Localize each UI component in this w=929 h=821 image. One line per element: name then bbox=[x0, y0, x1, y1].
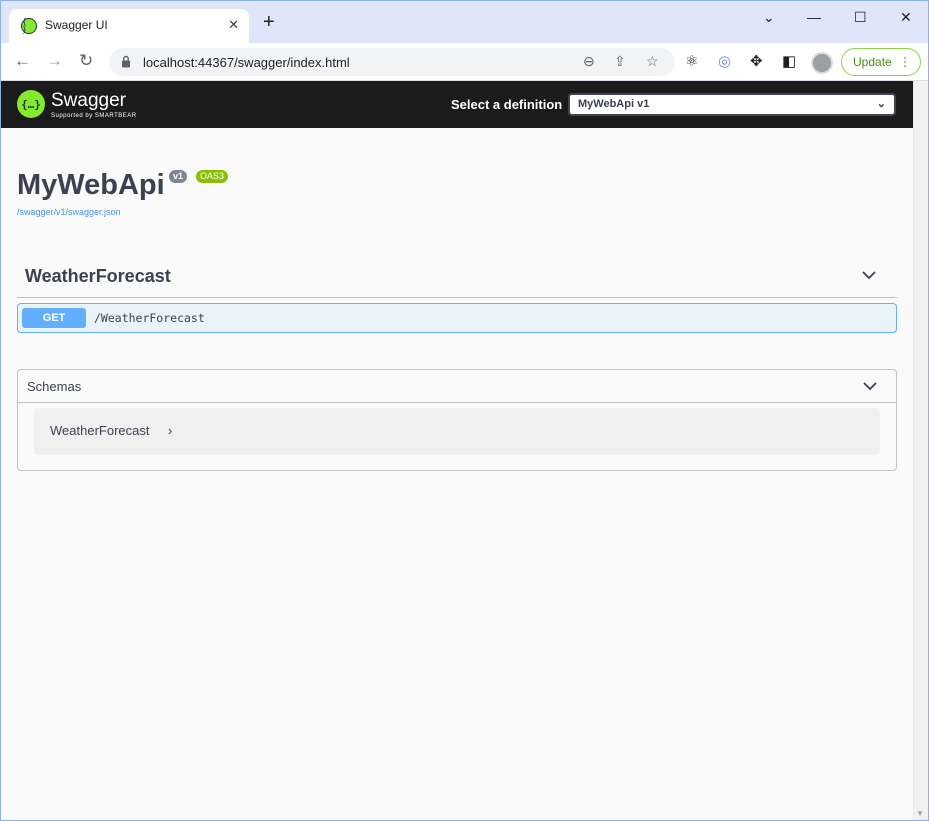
new-tab-button[interactable]: + bbox=[263, 12, 275, 32]
definition-select[interactable]: MyWebApi v1 ⌄ bbox=[568, 93, 896, 116]
schemas-section: Schemas WeatherForecast › bbox=[17, 369, 897, 471]
back-icon[interactable]: ← bbox=[14, 51, 31, 71]
spec-link[interactable]: /swagger/v1/swagger.json bbox=[17, 207, 121, 217]
tag-section-weatherforecast[interactable]: WeatherForecast bbox=[17, 261, 897, 298]
scroll-down-icon[interactable]: ▼ bbox=[916, 809, 924, 818]
schemas-header[interactable]: Schemas bbox=[18, 370, 896, 403]
model-name: WeatherForecast bbox=[50, 423, 150, 438]
forward-icon[interactable]: → bbox=[46, 51, 63, 71]
tab-title: Swagger UI bbox=[45, 18, 108, 32]
select-definition-label: Select a definition bbox=[451, 97, 563, 112]
side-panel-icon[interactable]: ◧ bbox=[782, 54, 796, 70]
chevron-down-icon: ⌄ bbox=[876, 98, 886, 110]
operation-get-weatherforecast[interactable]: GET /WeatherForecast bbox=[17, 303, 897, 333]
close-window-button[interactable]: ✕ bbox=[900, 9, 912, 26]
react-devtools-icon[interactable]: ⚛ bbox=[685, 54, 698, 70]
page-scrollbar[interactable]: ▼ bbox=[913, 81, 928, 820]
extensions-puzzle-icon[interactable]: ✥ bbox=[750, 54, 763, 70]
swagger-favicon-icon: { } bbox=[21, 18, 37, 34]
bookmark-star-icon[interactable]: ☆ bbox=[646, 53, 659, 70]
update-label: Update bbox=[853, 55, 892, 69]
update-button[interactable]: Update ⋮ bbox=[841, 48, 921, 76]
address-bar[interactable]: localhost:44367/swagger/index.html ⊖ ⇪ ☆ bbox=[109, 48, 675, 76]
title-bar: { } Swagger UI ✕ + ⌄ — ☐ ✕ bbox=[1, 1, 928, 43]
browser-window: { } Swagger UI ✕ + ⌄ — ☐ ✕ ← → ↻ localho… bbox=[0, 0, 929, 821]
method-badge: GET bbox=[22, 308, 86, 328]
swagger-logo-icon[interactable]: {…} bbox=[17, 90, 45, 118]
tab-search-icon[interactable]: ⌄ bbox=[763, 9, 775, 26]
operation-path: /WeatherForecast bbox=[94, 311, 205, 325]
menu-dots-icon[interactable]: ⋮ bbox=[899, 49, 911, 75]
zoom-icon[interactable]: ⊖ bbox=[583, 53, 595, 70]
chevron-down-icon[interactable] bbox=[860, 376, 880, 396]
lock-icon bbox=[122, 55, 130, 68]
chevron-down-icon[interactable] bbox=[859, 265, 879, 285]
selected-definition: MyWebApi v1 bbox=[578, 98, 650, 110]
oas-badge: OAS3 bbox=[196, 170, 229, 183]
model-weatherforecast[interactable]: WeatherForecast › bbox=[34, 408, 880, 455]
version-badge: v1 bbox=[169, 170, 188, 183]
swagger-topbar: {…} Swagger Supported by SMARTBEAR Selec… bbox=[1, 81, 913, 128]
swagger-brand[interactable]: Swagger bbox=[51, 90, 126, 112]
minimize-button[interactable]: — bbox=[807, 9, 821, 25]
maximize-button[interactable]: ☐ bbox=[854, 9, 867, 26]
expand-arrow-icon[interactable]: › bbox=[168, 423, 172, 438]
share-icon[interactable]: ⇪ bbox=[614, 53, 626, 70]
extension-icon[interactable]: ◎ bbox=[718, 54, 731, 70]
smartbear-tagline: Supported by SMARTBEAR bbox=[51, 113, 137, 119]
url-text: localhost:44367/swagger/index.html bbox=[143, 55, 350, 70]
schemas-title: Schemas bbox=[27, 379, 82, 394]
reload-icon[interactable]: ↻ bbox=[79, 51, 93, 71]
tab-swagger-ui[interactable]: { } Swagger UI ✕ bbox=[9, 9, 249, 43]
browser-toolbar: ← → ↻ localhost:44367/swagger/index.html… bbox=[1, 43, 928, 81]
page-content: {…} Swagger Supported by SMARTBEAR Selec… bbox=[1, 81, 928, 820]
api-title: MyWebApi bbox=[17, 169, 165, 201]
close-tab-icon[interactable]: ✕ bbox=[228, 17, 239, 33]
tag-name: WeatherForecast bbox=[25, 266, 171, 286]
profile-avatar[interactable] bbox=[811, 52, 833, 74]
